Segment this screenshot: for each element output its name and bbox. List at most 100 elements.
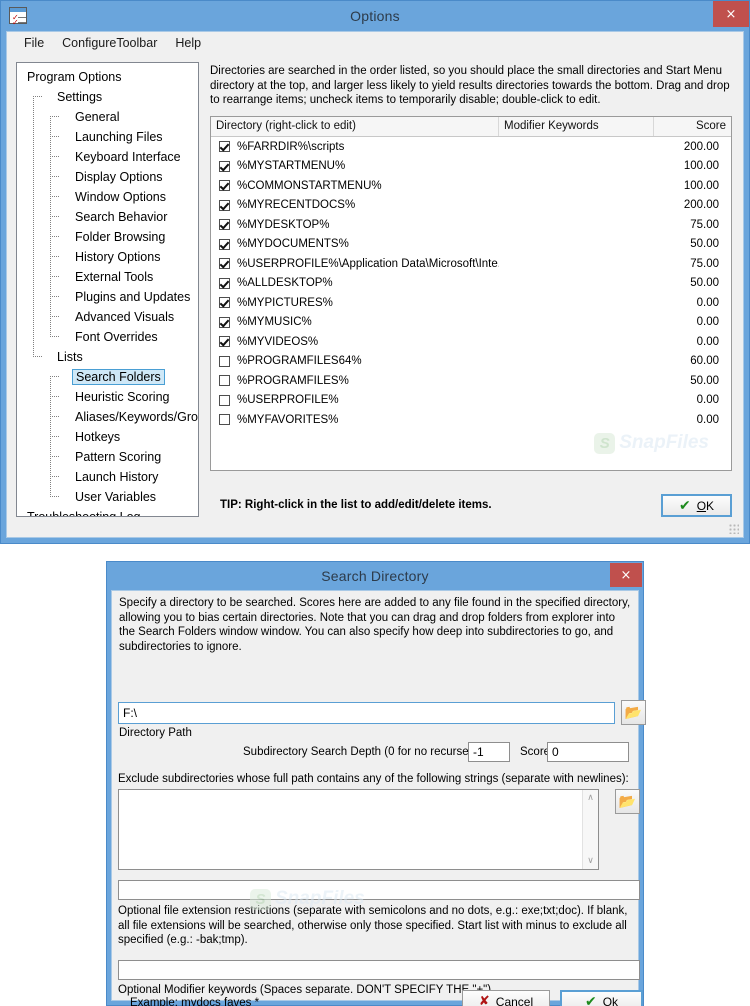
row-checkbox[interactable] [219,394,230,406]
row-checkbox[interactable] [219,316,230,328]
tree-item-folder-browsing[interactable]: Folder Browsing [17,227,198,247]
cell-directory: %PROGRAMFILES% [237,374,349,387]
menu-help[interactable]: Help [166,34,210,52]
cell-score: 75.00 [690,218,719,231]
table-row[interactable]: %MYSTARTMENU% 100.00 [211,157,731,177]
cancel-button[interactable]: ✘ Cancel [462,990,550,1006]
scroll-up-icon[interactable]: ∧ [587,790,594,803]
table-row[interactable]: %FARRDIR%\scripts 200.00 [211,137,731,157]
table-row[interactable]: %PROGRAMFILES% 50.00 [211,371,731,391]
row-checkbox[interactable] [219,141,230,153]
row-checkbox[interactable] [219,277,230,289]
folder-open-icon: 📂 [624,704,643,721]
table-row[interactable]: %MYVIDEOS% 0.00 [211,332,731,352]
directory-path-input[interactable] [118,702,615,724]
row-checkbox[interactable] [219,336,230,348]
column-header-directory[interactable]: Directory (right-click to edit) [211,117,499,136]
tree-item-launching-files[interactable]: Launching Files [17,127,198,147]
check-icon: ✔ [678,497,691,514]
tree-item-label: Window Options [75,190,167,204]
tree-item-external-tools[interactable]: External Tools [17,267,198,287]
tree-item-user-variables[interactable]: User Variables [17,487,198,507]
scroll-down-icon[interactable]: ∨ [587,856,594,869]
tree-item-heuristic-scoring[interactable]: Heuristic Scoring [17,387,198,407]
tree-item-program-options[interactable]: Program Options [17,67,198,87]
search-directory-titlebar: Search Directory × [107,562,643,590]
tree-item-search-behavior[interactable]: Search Behavior [17,207,198,227]
search-directory-ok-button[interactable]: ✔ Ok [560,990,643,1006]
table-row[interactable]: %USERPROFILE% 0.00 [211,391,731,411]
exclude-scrollbar[interactable]: ∧ ∨ [582,790,598,869]
browse-folder-button[interactable]: 📂 [621,700,646,725]
table-row[interactable]: %COMMONSTARTMENU% 100.00 [211,176,731,196]
options-checklist-icon: ✓ ✓ [9,7,27,27]
subdirectory-depth-input[interactable] [468,742,510,762]
tree-item-label: Heuristic Scoring [75,390,170,404]
settings-tree[interactable]: Program Options Settings General Launching … [16,62,199,517]
tree-item-plugins-and-updates[interactable]: Plugins and Updates [17,287,198,307]
ok-button[interactable]: ✔ OK [661,494,732,517]
tree-item-search-folders[interactable]: Search Folders [17,367,198,387]
search-directory-close-button[interactable]: × [610,563,642,587]
column-header-modifier[interactable]: Modifier Keywords [499,117,654,136]
tree-item-display-options[interactable]: Display Options [17,167,198,187]
tree-connector [33,96,42,97]
score-input[interactable] [547,742,629,762]
cell-directory: %MYVIDEOS% [237,335,319,348]
table-row[interactable]: %MYDOCUMENTS% 50.00 [211,235,731,255]
table-row[interactable]: %MYFAVORITES% 0.00 [211,410,731,430]
tree-item-history-options[interactable]: History Options [17,247,198,267]
tree-item-label: Lists [57,350,83,364]
tree-item-font-overrides[interactable]: Font Overrides [17,327,198,347]
row-checkbox[interactable] [219,160,230,172]
row-checkbox[interactable] [219,297,230,309]
exclude-textarea[interactable]: ∧ ∨ [118,789,599,870]
column-header-score[interactable]: Score [654,117,731,136]
cell-score: 0.00 [696,394,719,407]
exclude-browse-folder-button[interactable]: 📂 [615,789,640,814]
tree-item-general[interactable]: General [17,107,198,127]
table-row[interactable]: %MYRECENTDOCS% 200.00 [211,196,731,216]
resize-grip[interactable] [729,524,739,534]
table-row[interactable]: %MYMUSIC% 0.00 [211,313,731,333]
menu-file[interactable]: File [15,34,53,52]
row-checkbox[interactable] [219,414,230,426]
tree-item-launch-history[interactable]: Launch History [17,467,198,487]
tree-item-label: History Options [75,250,161,264]
tree-item-pattern-scoring[interactable]: Pattern Scoring [17,447,198,467]
cell-directory: %MYPICTURES% [237,296,333,309]
tip-row: TIP: Right-click in the list to add/edit… [210,491,732,519]
cell-score: 0.00 [696,296,719,309]
tree-item-keyboard-interface[interactable]: Keyboard Interface [17,147,198,167]
row-checkbox[interactable] [219,375,230,387]
tree-item-settings[interactable]: Settings [17,87,198,107]
table-row[interactable]: %PROGRAMFILES64% 60.00 [211,352,731,372]
table-row[interactable]: %ALLDESKTOP% 50.00 [211,274,731,294]
menu-configure-toolbar[interactable]: ConfigureToolbar [53,34,166,52]
row-checkbox[interactable] [219,180,230,192]
tree-item-troubleshooting-log[interactable]: Troubleshooting Log [17,507,198,516]
modifier-note-line-1: Optional Modifier keywords (Spaces separ… [118,984,492,996]
tree-item-aliases-keywords-groups[interactable]: Aliases/Keywords/Groups [17,407,198,427]
options-titlebar: ✓ ✓ Options × [1,1,749,31]
tree-item-window-options[interactable]: Window Options [17,187,198,207]
file-extensions-input[interactable] [118,880,640,900]
row-checkbox[interactable] [219,199,230,211]
row-checkbox[interactable] [219,258,230,270]
table-row[interactable]: %MYDESKTOP% 75.00 [211,215,731,235]
table-row[interactable]: %MYPICTURES% 0.00 [211,293,731,313]
search-folders-list[interactable]: Directory (right-click to edit) Modifier… [210,116,732,471]
tree-item-hotkeys[interactable]: Hotkeys [17,427,198,447]
row-checkbox[interactable] [219,238,230,250]
options-close-button[interactable]: × [713,1,749,27]
table-row[interactable]: %USERPROFILE%\Application Data\Microsoft… [211,254,731,274]
tree-item-label: User Variables [75,490,157,504]
row-checkbox[interactable] [219,355,230,367]
tree-item-advanced-visuals[interactable]: Advanced Visuals [17,307,198,327]
cell-score: 50.00 [690,238,719,251]
ok-button-label: OK [696,498,715,513]
row-checkbox[interactable] [219,219,230,231]
check-icon: ✔ [584,993,597,1006]
modifier-keywords-input[interactable] [118,960,640,980]
tree-item-lists[interactable]: Lists [17,347,198,367]
